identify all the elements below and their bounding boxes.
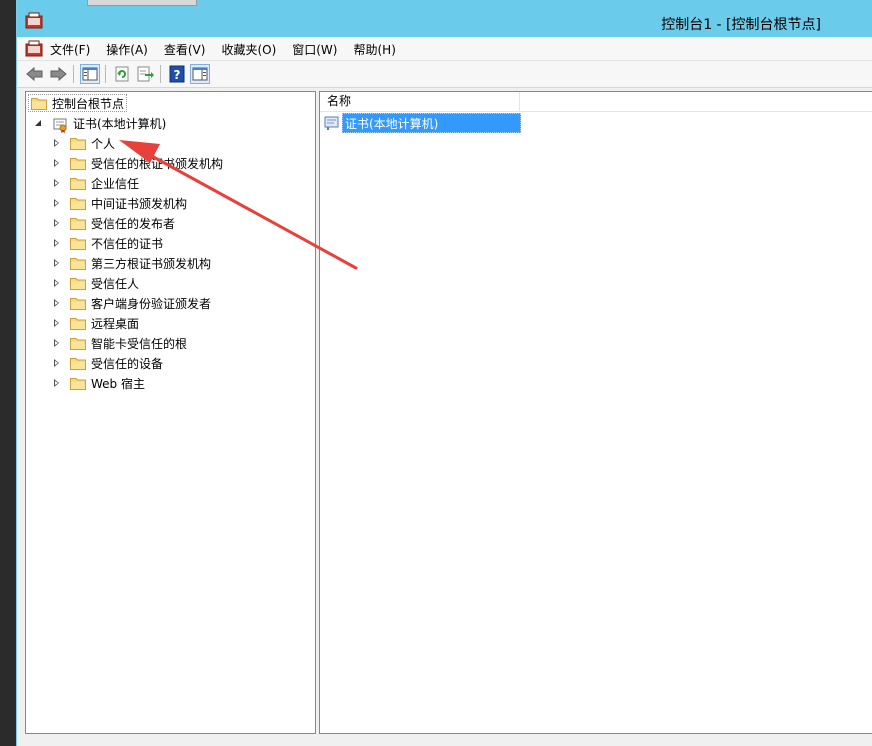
help-icon[interactable]: ? [167, 64, 187, 84]
folder-icon [70, 197, 86, 210]
menu-favorites[interactable]: 收藏夹(O) [221, 41, 284, 58]
tree-folder-label: 个人 [91, 136, 116, 151]
expand-arrow-icon[interactable] [52, 258, 62, 268]
expand-arrow-icon[interactable] [52, 318, 62, 328]
mmc-window: 控制台1 - [控制台根节点] 文件(F) 操作(A) 查看(V) 收藏夹(O)… [16, 0, 872, 746]
results-pane[interactable]: 名称 证书(本地计算机) [319, 91, 872, 734]
background-window-strip [87, 0, 197, 6]
tree-folder-item[interactable]: Web 宿主 [52, 373, 145, 393]
expand-arrow-icon[interactable] [52, 378, 62, 388]
show-hide-tree-icon[interactable] [80, 64, 100, 84]
folder-icon [70, 237, 86, 250]
menu-view[interactable]: 查看(V) [164, 41, 214, 58]
folder-icon [70, 137, 86, 150]
expand-arrow-icon[interactable] [52, 158, 62, 168]
menu-help[interactable]: 帮助(H) [353, 41, 403, 58]
title-bar[interactable]: 控制台1 - [控制台根节点] [17, 8, 872, 37]
tree-folder-item[interactable]: 受信任的发布者 [52, 213, 175, 233]
tree-folder-label: 受信任人 [91, 276, 140, 291]
certificates-snapin-icon [52, 117, 68, 133]
folder-icon [70, 377, 86, 390]
tree-root-node[interactable]: 控制台根节点 [28, 94, 128, 112]
tree-folder-label: 受信任的设备 [91, 356, 164, 371]
tree-folder-item[interactable]: 企业信任 [52, 173, 139, 193]
refresh-icon[interactable] [112, 64, 132, 84]
tree-folder-item[interactable]: 受信任的根证书颁发机构 [52, 153, 223, 173]
tree-folder-item[interactable]: 中间证书颁发机构 [52, 193, 187, 213]
expand-arrow-icon[interactable] [52, 298, 62, 308]
certificates-snapin-icon [324, 115, 340, 131]
tree-folder-item[interactable]: 受信任的设备 [52, 353, 163, 373]
expand-arrow-icon[interactable] [52, 278, 62, 288]
svg-text:?: ? [174, 68, 181, 82]
tree-folder-item[interactable]: 受信任人 [52, 273, 139, 293]
tree-folder-item[interactable]: 客户端身份验证颁发者 [52, 293, 211, 313]
tree-folder-item[interactable]: 智能卡受信任的根 [52, 333, 187, 353]
tree-folder-label: 中间证书颁发机构 [91, 196, 188, 211]
desktop-edge [0, 0, 16, 746]
tree-folder-item[interactable]: 不信任的证书 [52, 233, 163, 253]
title-top-strip [17, 0, 872, 8]
tree-folder-label: 企业信任 [91, 176, 140, 191]
expand-arrow-icon[interactable] [52, 238, 62, 248]
tree-folder-item[interactable]: 第三方根证书颁发机构 [52, 253, 211, 273]
forward-icon[interactable] [48, 64, 68, 84]
expand-arrow-icon[interactable] [52, 138, 62, 148]
tree-folder-label: 第三方根证书颁发机构 [91, 256, 212, 271]
expand-arrow-icon[interactable] [52, 218, 62, 228]
expand-arrow-icon[interactable] [52, 178, 62, 188]
expand-arrow-icon[interactable] [52, 358, 62, 368]
folder-icon [70, 297, 86, 310]
menu-window[interactable]: 窗口(W) [292, 41, 345, 58]
folder-icon [70, 357, 86, 370]
tree-node-certificates-label: 证书(本地计算机) [73, 116, 167, 131]
tree-folder-label: Web 宿主 [91, 376, 145, 391]
menu-file[interactable]: 文件(F) [50, 41, 98, 58]
folder-icon [70, 177, 86, 190]
toolbar: ? [17, 61, 872, 88]
expand-arrow-icon[interactable] [52, 338, 62, 348]
toolbar-separator [105, 65, 106, 83]
toolbar-separator [73, 65, 74, 83]
tree-folder-label: 不信任的证书 [91, 236, 164, 251]
console-tree-pane[interactable]: 控制台根节点 证书(本地计算机) 个人 受信任的根证书颁发机构 企业信任 中间证… [25, 91, 316, 734]
tree-folder-label: 客户端身份验证颁发者 [91, 296, 212, 311]
expand-arrow-icon[interactable] [52, 198, 62, 208]
folder-icon [70, 157, 86, 170]
window-title: 控制台1 - [控制台根节点] [661, 17, 821, 33]
tree-folder-label: 远程桌面 [91, 316, 140, 331]
status-bar [17, 736, 872, 746]
tree-folder-item[interactable]: 远程桌面 [52, 313, 139, 333]
folder-icon [70, 217, 86, 230]
export-list-icon[interactable] [135, 64, 155, 84]
tree-root[interactable]: 控制台根节点 [28, 93, 128, 113]
menu-action[interactable]: 操作(A) [106, 41, 156, 58]
mmc-menu-icon[interactable] [25, 40, 43, 58]
column-header-filler [520, 92, 872, 112]
mmc-app-icon[interactable] [25, 12, 43, 30]
folder-icon [70, 277, 86, 290]
list-item[interactable]: 证书(本地计算机) [324, 113, 521, 133]
list-item-label: 证书(本地计算机) [342, 113, 521, 133]
folder-icon [31, 97, 47, 110]
tree-folder-item[interactable]: 个人 [52, 133, 115, 153]
tree-root-label: 控制台根节点 [52, 96, 125, 111]
show-hide-action-pane-icon[interactable] [190, 64, 210, 84]
tree-folder-label: 受信任的根证书颁发机构 [91, 156, 224, 171]
folder-icon [70, 317, 86, 330]
toolbar-separator [160, 65, 161, 83]
folder-icon [70, 337, 86, 350]
collapse-arrow-icon[interactable] [34, 118, 44, 128]
column-header-name[interactable]: 名称 [320, 92, 520, 112]
back-icon[interactable] [25, 64, 45, 84]
tree-folder-label: 智能卡受信任的根 [91, 336, 188, 351]
tree-folder-label: 受信任的发布者 [91, 216, 176, 231]
folder-icon [70, 257, 86, 270]
tree-node-certificates[interactable]: 证书(本地计算机) [34, 113, 166, 133]
menu-bar: 文件(F) 操作(A) 查看(V) 收藏夹(O) 窗口(W) 帮助(H) [17, 37, 872, 61]
